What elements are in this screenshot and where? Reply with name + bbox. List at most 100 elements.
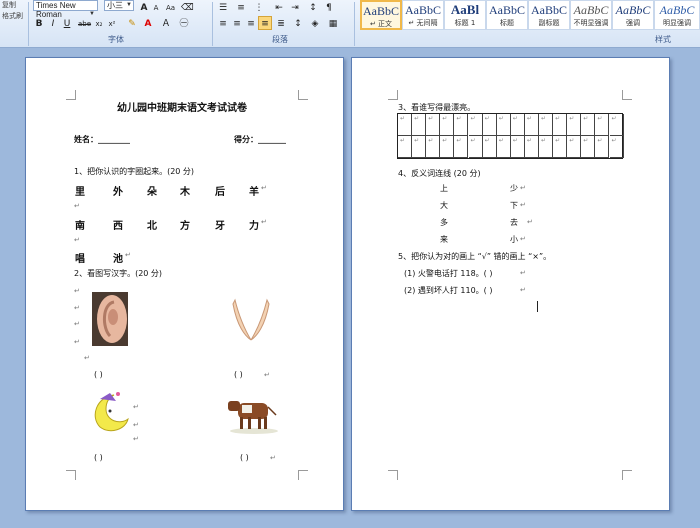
enclose-char-icon[interactable]: ㊀ xyxy=(178,16,190,30)
style-sample: AaBbC xyxy=(659,3,695,17)
grid-cell[interactable]: ↵ xyxy=(454,136,469,158)
answer-blank[interactable]: ( ) xyxy=(240,453,249,462)
answer-blank[interactable]: ( ) xyxy=(94,370,103,379)
grid-cell[interactable]: ↵ xyxy=(468,136,483,158)
grid-cell[interactable]: ↵ xyxy=(482,114,497,136)
antonym-right-word[interactable]: 少 xyxy=(510,183,518,194)
moon-picture xyxy=(94,392,129,432)
antonym-left-word[interactable]: 多 xyxy=(440,217,448,228)
bold-button[interactable]: B xyxy=(33,16,45,30)
underline-button[interactable]: U xyxy=(61,16,73,30)
document-page-1[interactable]: 幼儿园中班期末语文考试试卷 姓名：________ 得分：_______ 1、把… xyxy=(25,57,344,511)
character: 力 xyxy=(249,221,259,232)
antonym-right-word[interactable]: 下 xyxy=(510,200,518,211)
grid-cell[interactable]: ↵ xyxy=(524,114,539,136)
font-color-icon[interactable]: A xyxy=(142,16,154,30)
ribbon-separator xyxy=(212,2,213,46)
superscript-button[interactable]: x² xyxy=(106,16,118,30)
antonym-right-word[interactable]: 小 xyxy=(510,234,518,245)
grid-cell[interactable]: ↵ xyxy=(539,114,554,136)
answer-blank[interactable]: ( ) xyxy=(94,453,103,462)
grid-cell[interactable]: ↵ xyxy=(412,136,427,158)
grid-cell[interactable]: ↵ xyxy=(510,136,525,158)
decrease-indent-icon[interactable]: ⇤ xyxy=(272,0,286,14)
grid-cell[interactable]: ↵ xyxy=(496,114,511,136)
grid-cell[interactable]: ↵ xyxy=(440,114,455,136)
grid-cell[interactable]: ↵ xyxy=(539,136,554,158)
grid-cell[interactable]: ↵ xyxy=(482,136,497,158)
format-painter-button[interactable]: 格式刷 xyxy=(0,11,28,22)
clear-format-icon[interactable]: ⌫ xyxy=(180,0,194,14)
grid-cell[interactable]: ↵ xyxy=(440,136,455,158)
copy-button[interactable]: 复制 xyxy=(0,0,28,11)
grid-cell[interactable]: ↵ xyxy=(426,114,441,136)
grid-cell[interactable]: ↵ xyxy=(581,114,596,136)
grid-cell[interactable]: ↵ xyxy=(567,136,582,158)
grid-cell[interactable]: ↵ xyxy=(510,114,525,136)
score-field-label: 得分：_______ xyxy=(234,135,286,144)
font-size-dropdown[interactable]: 小三 ▼ xyxy=(104,0,134,11)
bullets-icon[interactable]: ☰ xyxy=(216,0,230,14)
answer-blank[interactable]: ( ) xyxy=(234,370,243,379)
style-title[interactable]: AaBbC 标题 xyxy=(486,0,528,30)
grid-cell[interactable]: ↵ xyxy=(426,136,441,158)
multilevel-list-icon[interactable]: ⋮ xyxy=(252,0,266,14)
antonym-left-word[interactable]: 大 xyxy=(440,200,448,211)
char-shading-icon[interactable]: Ａ xyxy=(160,16,172,30)
show-marks-icon[interactable]: ¶ xyxy=(322,0,336,14)
grid-cell[interactable]: ↵ xyxy=(496,136,511,158)
writing-grid[interactable]: ↵ ↵ ↵ ↵ ↵ ↵ ↵ ↵ ↵ ↵ ↵ ↵ ↵ ↵ ↵ ↵ ↵ ↵ ↵ ↵ ↵ ↵ ↵ ↵ ↵ ↵ ↵ ↵ ↵ ↵ ↵ ↵ xyxy=(397,113,624,159)
grid-cell[interactable]: ↵ xyxy=(398,136,413,158)
antonym-right-word[interactable]: 去 xyxy=(510,217,518,228)
question-2: 2、看图写汉字。(20 分) xyxy=(74,269,163,278)
grid-cell[interactable]: ↵ xyxy=(567,114,582,136)
paragraph-mark: ↵ xyxy=(74,287,80,295)
paragraph-mark: ↵ xyxy=(520,286,526,294)
style-subtle-emphasis[interactable]: AaBbC 不明显强调 xyxy=(570,0,612,30)
align-center-icon[interactable]: ≡ xyxy=(230,16,244,30)
grid-cell[interactable]: ↵ xyxy=(595,114,610,136)
line-spacing-icon[interactable]: ↕ xyxy=(290,16,306,30)
antonym-left-word[interactable]: 来 xyxy=(440,234,448,245)
grid-cell[interactable]: ↵ xyxy=(454,114,469,136)
subscript-button[interactable]: x₂ xyxy=(93,16,105,30)
grid-cell[interactable]: ↵ xyxy=(398,114,413,136)
antonym-left-word[interactable]: 上 xyxy=(440,183,448,194)
align-left-icon[interactable]: ≡ xyxy=(216,16,230,30)
character: 里 xyxy=(75,187,85,198)
character: 木 xyxy=(180,187,190,198)
borders-icon[interactable]: ▦ xyxy=(326,16,340,30)
shading-icon[interactable]: ◈ xyxy=(308,16,322,30)
strikethrough-button[interactable]: abe xyxy=(77,16,91,30)
style-intense-emphasis[interactable]: AaBbC 明显强调 xyxy=(654,0,700,30)
justify-icon[interactable]: ≡ xyxy=(258,16,272,30)
text-highlight-icon[interactable]: ✎ xyxy=(125,16,139,30)
style-heading-1[interactable]: AaBl 标题 1 xyxy=(444,0,486,30)
grid-cell[interactable]: ↵ xyxy=(595,136,610,158)
style-subtitle[interactable]: AaBbC 副标题 xyxy=(528,0,570,30)
grid-cell[interactable]: ↵ xyxy=(581,136,596,158)
numbering-icon[interactable]: ≡ xyxy=(234,0,248,14)
grow-font-button[interactable]: A xyxy=(138,0,150,14)
distribute-icon[interactable]: ≣ xyxy=(274,16,288,30)
grid-cell[interactable]: ↵ xyxy=(553,136,568,158)
style-sample: AaBbC xyxy=(489,3,525,17)
style-emphasis[interactable]: AaBbC 强调 xyxy=(612,0,654,30)
sort-icon[interactable]: ↕ xyxy=(306,0,320,14)
grid-cell[interactable]: ↵ xyxy=(609,114,624,136)
font-name-dropdown[interactable]: Times New Roman ▼ xyxy=(33,0,98,19)
grid-cell[interactable]: ↵ xyxy=(524,136,539,158)
style-no-spacing[interactable]: AaBbC ↵ 无间隔 xyxy=(402,0,444,30)
grid-cell[interactable]: ↵ xyxy=(468,114,483,136)
document-page-2[interactable]: 3、看谁写得最漂亮。 ↵ ↵ ↵ ↵ ↵ ↵ ↵ ↵ ↵ ↵ ↵ ↵ ↵ ↵ ↵ ↵ ↵ ↵ ↵ ↵ ↵ ↵ ↵ ↵ ↵ ↵ ↵ ↵ ↵… xyxy=(351,57,670,511)
increase-indent-icon[interactable]: ⇥ xyxy=(288,0,302,14)
style-name: 不明显强调 xyxy=(573,19,609,27)
style-normal[interactable]: AaBbC ↵ 正文 xyxy=(360,0,402,30)
shrink-font-button[interactable]: A xyxy=(150,0,162,14)
italic-button[interactable]: I xyxy=(47,16,59,30)
change-case-button[interactable]: Aa xyxy=(163,0,178,14)
align-right-icon[interactable]: ≡ xyxy=(244,16,258,30)
grid-cell[interactable]: ↵ xyxy=(609,136,624,158)
grid-cell[interactable]: ↵ xyxy=(412,114,427,136)
grid-cell[interactable]: ↵ xyxy=(553,114,568,136)
